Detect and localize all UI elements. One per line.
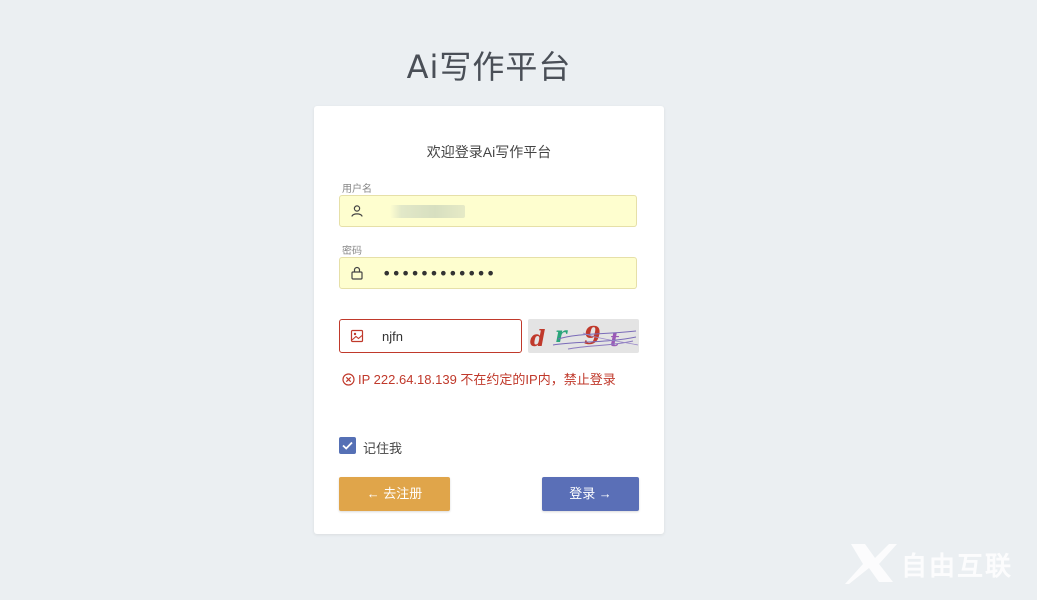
captcha-image[interactable]: d r 9 t xyxy=(528,319,639,353)
app-title: Ai写作平台 xyxy=(406,48,572,86)
remember-checkbox[interactable] xyxy=(339,437,356,454)
register-button[interactable]: ← 去注册 xyxy=(339,477,450,511)
check-icon xyxy=(342,441,353,450)
username-label: 用户名 xyxy=(342,184,372,195)
image-icon xyxy=(350,329,364,343)
username-field[interactable] xyxy=(339,195,637,227)
captcha-input[interactable] xyxy=(382,327,512,345)
error-circle-icon xyxy=(342,373,355,386)
user-icon xyxy=(351,205,363,217)
password-label: 密码 xyxy=(342,246,362,257)
svg-text:d: d xyxy=(530,326,545,352)
captcha-field[interactable] xyxy=(339,319,522,353)
watermark-logo-icon xyxy=(845,544,897,584)
password-input[interactable]: •••••••••••• xyxy=(382,264,495,283)
watermark-text: 自由互联 xyxy=(901,552,1014,582)
remember-label: 记住我 xyxy=(363,441,403,456)
watermark: 自由互联 xyxy=(843,540,1023,586)
password-field[interactable]: •••••••••••• xyxy=(339,257,637,289)
error-text: IP 222.64.18.139 不在约定的IP内，禁止登录 xyxy=(358,372,616,387)
welcome-text: 欢迎登录Ai写作平台 xyxy=(426,144,552,160)
lock-icon xyxy=(351,266,363,280)
username-input[interactable] xyxy=(382,201,622,221)
login-card: 欢迎登录Ai写作平台 用户名 密码 •••••••••••• d r 9 t xyxy=(314,106,664,534)
svg-text:t: t xyxy=(610,327,620,351)
error-message: IP 222.64.18.139 不在约定的IP内，禁止登录 xyxy=(342,370,642,390)
login-button[interactable]: 登录 → xyxy=(542,477,639,511)
